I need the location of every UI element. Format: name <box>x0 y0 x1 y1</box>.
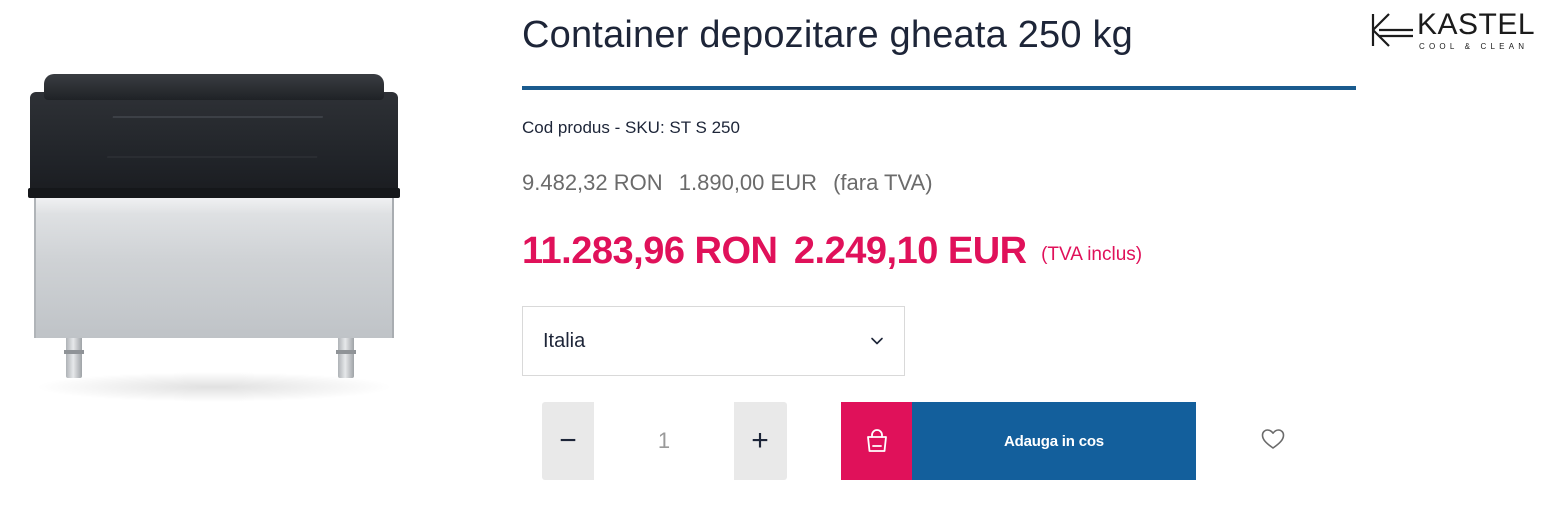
bin-leg <box>64 336 84 378</box>
origin-select[interactable]: Italia <box>522 306 905 376</box>
price-net-ron: 9.482,32 RON <box>522 170 663 195</box>
price-without-vat: 9.482,32 RON 1.890,00 EUR (fara TVA) <box>522 170 933 196</box>
kastel-logo-mark-icon <box>1371 12 1415 53</box>
bin-lid-hinge <box>44 74 384 100</box>
brand-name: KASTEL <box>1417 8 1536 41</box>
brand-tagline: COOL & CLEAN <box>1419 42 1529 51</box>
quantity-decrease-button[interactable]: − <box>542 402 594 480</box>
price-net-note: (fara TVA) <box>833 170 933 195</box>
heart-icon <box>1260 427 1286 456</box>
price-net-eur: 1.890,00 EUR <box>678 170 817 195</box>
product-sku: Cod produs - SKU: ST S 250 <box>522 118 740 137</box>
add-to-cart-button[interactable]: Adauga in cos <box>841 402 1196 480</box>
product-image <box>0 0 420 511</box>
price-with-vat: 11.283,96 RON 2.249,10 EUR (TVA inclus) <box>522 230 1142 273</box>
product-page: Container depozitare gheata 250 kg Cod p… <box>0 0 1543 511</box>
price-gross-note: (TVA inclus) <box>1041 244 1143 265</box>
bin-leg <box>336 336 356 378</box>
quantity-stepper: − + <box>542 402 787 480</box>
price-gross-eur: 2.249,10 EUR <box>793 230 1027 272</box>
bin-lid <box>30 92 398 194</box>
quantity-increase-button[interactable]: + <box>734 402 786 480</box>
add-to-cart-label: Adauga in cos <box>912 402 1196 480</box>
price-gross-ron: 11.283,96 RON <box>522 230 778 272</box>
bin-body <box>34 196 394 338</box>
brand-logo[interactable]: KASTEL COOL & CLEAN <box>1371 8 1539 58</box>
quantity-input[interactable] <box>594 402 734 480</box>
chevron-down-icon <box>870 334 884 348</box>
shopping-bag-icon <box>841 402 912 480</box>
bin-rim <box>28 188 400 198</box>
title-divider <box>522 86 1356 90</box>
ice-bin-illustration <box>24 72 404 402</box>
origin-select-value: Italia <box>543 329 586 352</box>
wishlist-button[interactable] <box>1259 427 1287 455</box>
product-title: Container depozitare gheata 250 kg <box>522 14 1134 56</box>
